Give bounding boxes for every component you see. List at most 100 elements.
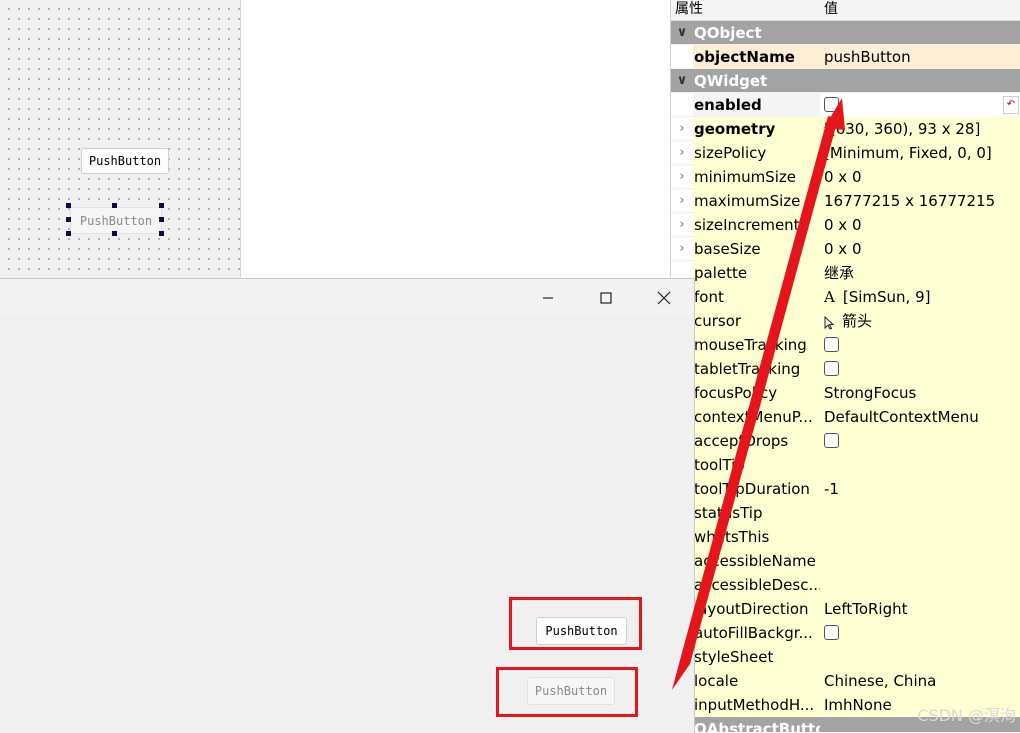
property-group-qobject[interactable]: ∨ QObject: [671, 21, 1020, 45]
property-row-basesize[interactable]: › baseSize 0 x 0: [671, 237, 1020, 261]
property-value[interactable]: [820, 645, 1020, 669]
property-row-cursor[interactable]: cursor 箭头: [671, 309, 1020, 333]
expand-chevron-icon[interactable]: ›: [675, 117, 689, 141]
designer-push-button-selected[interactable]: PushButton: [70, 207, 162, 234]
maximize-icon[interactable]: [583, 279, 629, 315]
property-value[interactable]: StrongFocus: [820, 381, 1020, 405]
property-value[interactable]: [820, 357, 1020, 381]
property-name: styleSheet: [693, 645, 821, 669]
property-row-tooltipduration[interactable]: toolTipDuration -1: [671, 477, 1020, 501]
property-row-autofillbackgr[interactable]: autoFillBackgr...: [671, 621, 1020, 645]
property-group-qwidget[interactable]: ∨ QWidget: [671, 69, 1020, 93]
property-row-objectname[interactable]: objectName pushButton: [671, 45, 1020, 69]
selection-handle[interactable]: [66, 217, 71, 222]
property-value[interactable]: [820, 93, 1020, 117]
expand-chevron-icon[interactable]: ›: [675, 189, 689, 213]
arrow-cursor-icon: [824, 315, 835, 330]
property-value-text: 箭头: [842, 312, 873, 330]
property-value[interactable]: [820, 525, 1020, 549]
property-row-layoutdirection[interactable]: layoutDirection LeftToRight: [671, 597, 1020, 621]
selection-handle[interactable]: [66, 231, 71, 236]
close-icon[interactable]: [641, 279, 687, 315]
property-row-accessibledesc[interactable]: accessibleDesc...: [671, 573, 1020, 597]
selection-handle[interactable]: [66, 203, 71, 208]
property-name: sizeIncrement: [693, 213, 821, 237]
selection-handle[interactable]: [159, 203, 164, 208]
property-checkbox[interactable]: [824, 433, 839, 448]
property-row-palette[interactable]: palette 继承: [671, 261, 1020, 285]
property-value[interactable]: 箭头: [820, 309, 1020, 333]
property-row-contextmenup[interactable]: contextMenuP... DefaultContextMenu: [671, 405, 1020, 429]
property-row-accessiblename[interactable]: accessibleName: [671, 549, 1020, 573]
property-row-geometry[interactable]: › geometry [(630, 360), 93 x 28]: [671, 117, 1020, 141]
expand-chevron-icon[interactable]: ›: [675, 237, 689, 261]
property-value[interactable]: [820, 549, 1020, 573]
property-value[interactable]: 0 x 0: [820, 213, 1020, 237]
expand-chevron-icon[interactable]: ›: [675, 213, 689, 237]
collapse-chevron-icon[interactable]: ∨: [675, 21, 689, 45]
property-value[interactable]: [820, 333, 1020, 357]
property-value[interactable]: A [SimSun, 9]: [820, 285, 1020, 309]
property-value[interactable]: 0 x 0: [820, 237, 1020, 261]
designer-push-button[interactable]: PushButton: [81, 148, 169, 174]
property-checkbox[interactable]: [824, 337, 839, 352]
property-row-focuspolicy[interactable]: focusPolicy StrongFocus: [671, 381, 1020, 405]
property-column-header[interactable]: 属性: [675, 0, 703, 18]
running-window: PushButton PushButton: [0, 278, 695, 733]
property-value[interactable]: Chinese, China: [820, 669, 1020, 693]
designer-form-canvas[interactable]: PushButton PushButton: [0, 0, 241, 278]
property-value[interactable]: [820, 501, 1020, 525]
property-row-mousetracking[interactable]: mouseTracking: [671, 333, 1020, 357]
property-value[interactable]: -1: [820, 477, 1020, 501]
property-value[interactable]: [Minimum, Fixed, 0, 0]: [820, 141, 1020, 165]
property-value-text: [SimSun, 9]: [842, 288, 931, 306]
property-value[interactable]: LeftToRight: [820, 597, 1020, 621]
property-row-font[interactable]: font A [SimSun, 9]: [671, 285, 1020, 309]
reset-icon[interactable]: ↶: [1003, 96, 1019, 114]
property-value[interactable]: 0 x 0: [820, 165, 1020, 189]
property-row-acceptdrops[interactable]: acceptDrops: [671, 429, 1020, 453]
selection-handle[interactable]: [159, 231, 164, 236]
property-row-stylesheet[interactable]: styleSheet: [671, 645, 1020, 669]
property-value[interactable]: [820, 621, 1020, 645]
selection-handle[interactable]: [112, 231, 117, 236]
property-value[interactable]: pushButton: [820, 45, 1020, 69]
property-value-text: LeftToRight: [824, 600, 908, 618]
property-checkbox[interactable]: [824, 625, 839, 640]
property-group-label: QWidget: [694, 72, 768, 90]
watermark: CSDN @溟洵: [917, 706, 1016, 725]
property-value-text: 0 x 0: [824, 216, 862, 234]
selection-handle[interactable]: [159, 217, 164, 222]
window-titlebar[interactable]: [0, 279, 694, 315]
property-value[interactable]: [(630, 360), 93 x 28]: [820, 117, 1020, 141]
property-value[interactable]: [820, 573, 1020, 597]
property-value-text: pushButton: [824, 48, 911, 66]
property-value[interactable]: 16777215 x 16777215: [820, 189, 1020, 213]
property-row-maximumsize[interactable]: › maximumSize 16777215 x 16777215: [671, 189, 1020, 213]
expand-chevron-icon[interactable]: ›: [675, 165, 689, 189]
property-name: accessibleName: [693, 549, 821, 573]
property-row-sizepolicy[interactable]: › sizePolicy [Minimum, Fixed, 0, 0]: [671, 141, 1020, 165]
property-row-sizeincrement[interactable]: › sizeIncrement 0 x 0: [671, 213, 1020, 237]
property-row-statustip[interactable]: statusTip: [671, 501, 1020, 525]
property-row-locale[interactable]: locale Chinese, China: [671, 669, 1020, 693]
property-value[interactable]: 继承: [820, 261, 1020, 285]
property-row-minimumsize[interactable]: › minimumSize 0 x 0: [671, 165, 1020, 189]
selection-handle[interactable]: [112, 203, 117, 208]
property-row-tooltip[interactable]: toolTip: [671, 453, 1020, 477]
minimize-icon[interactable]: [525, 279, 571, 315]
property-row-whatsthis[interactable]: whatsThis: [671, 525, 1020, 549]
property-checkbox[interactable]: [824, 97, 839, 112]
property-value[interactable]: [820, 453, 1020, 477]
property-value[interactable]: DefaultContextMenu: [820, 405, 1020, 429]
property-row-tablettracking[interactable]: tabletTracking: [671, 357, 1020, 381]
expand-chevron-icon[interactable]: ›: [675, 141, 689, 165]
property-checkbox[interactable]: [824, 361, 839, 376]
property-name: toolTip: [693, 453, 821, 477]
collapse-chevron-icon[interactable]: ∨: [675, 69, 689, 93]
property-row-enabled[interactable]: enabled ↶: [671, 93, 1020, 117]
property-value[interactable]: [820, 429, 1020, 453]
property-group-label: QAbstractButton: [694, 720, 820, 732]
value-column-header[interactable]: 值: [824, 0, 838, 18]
designer-workspace: [241, 0, 669, 278]
